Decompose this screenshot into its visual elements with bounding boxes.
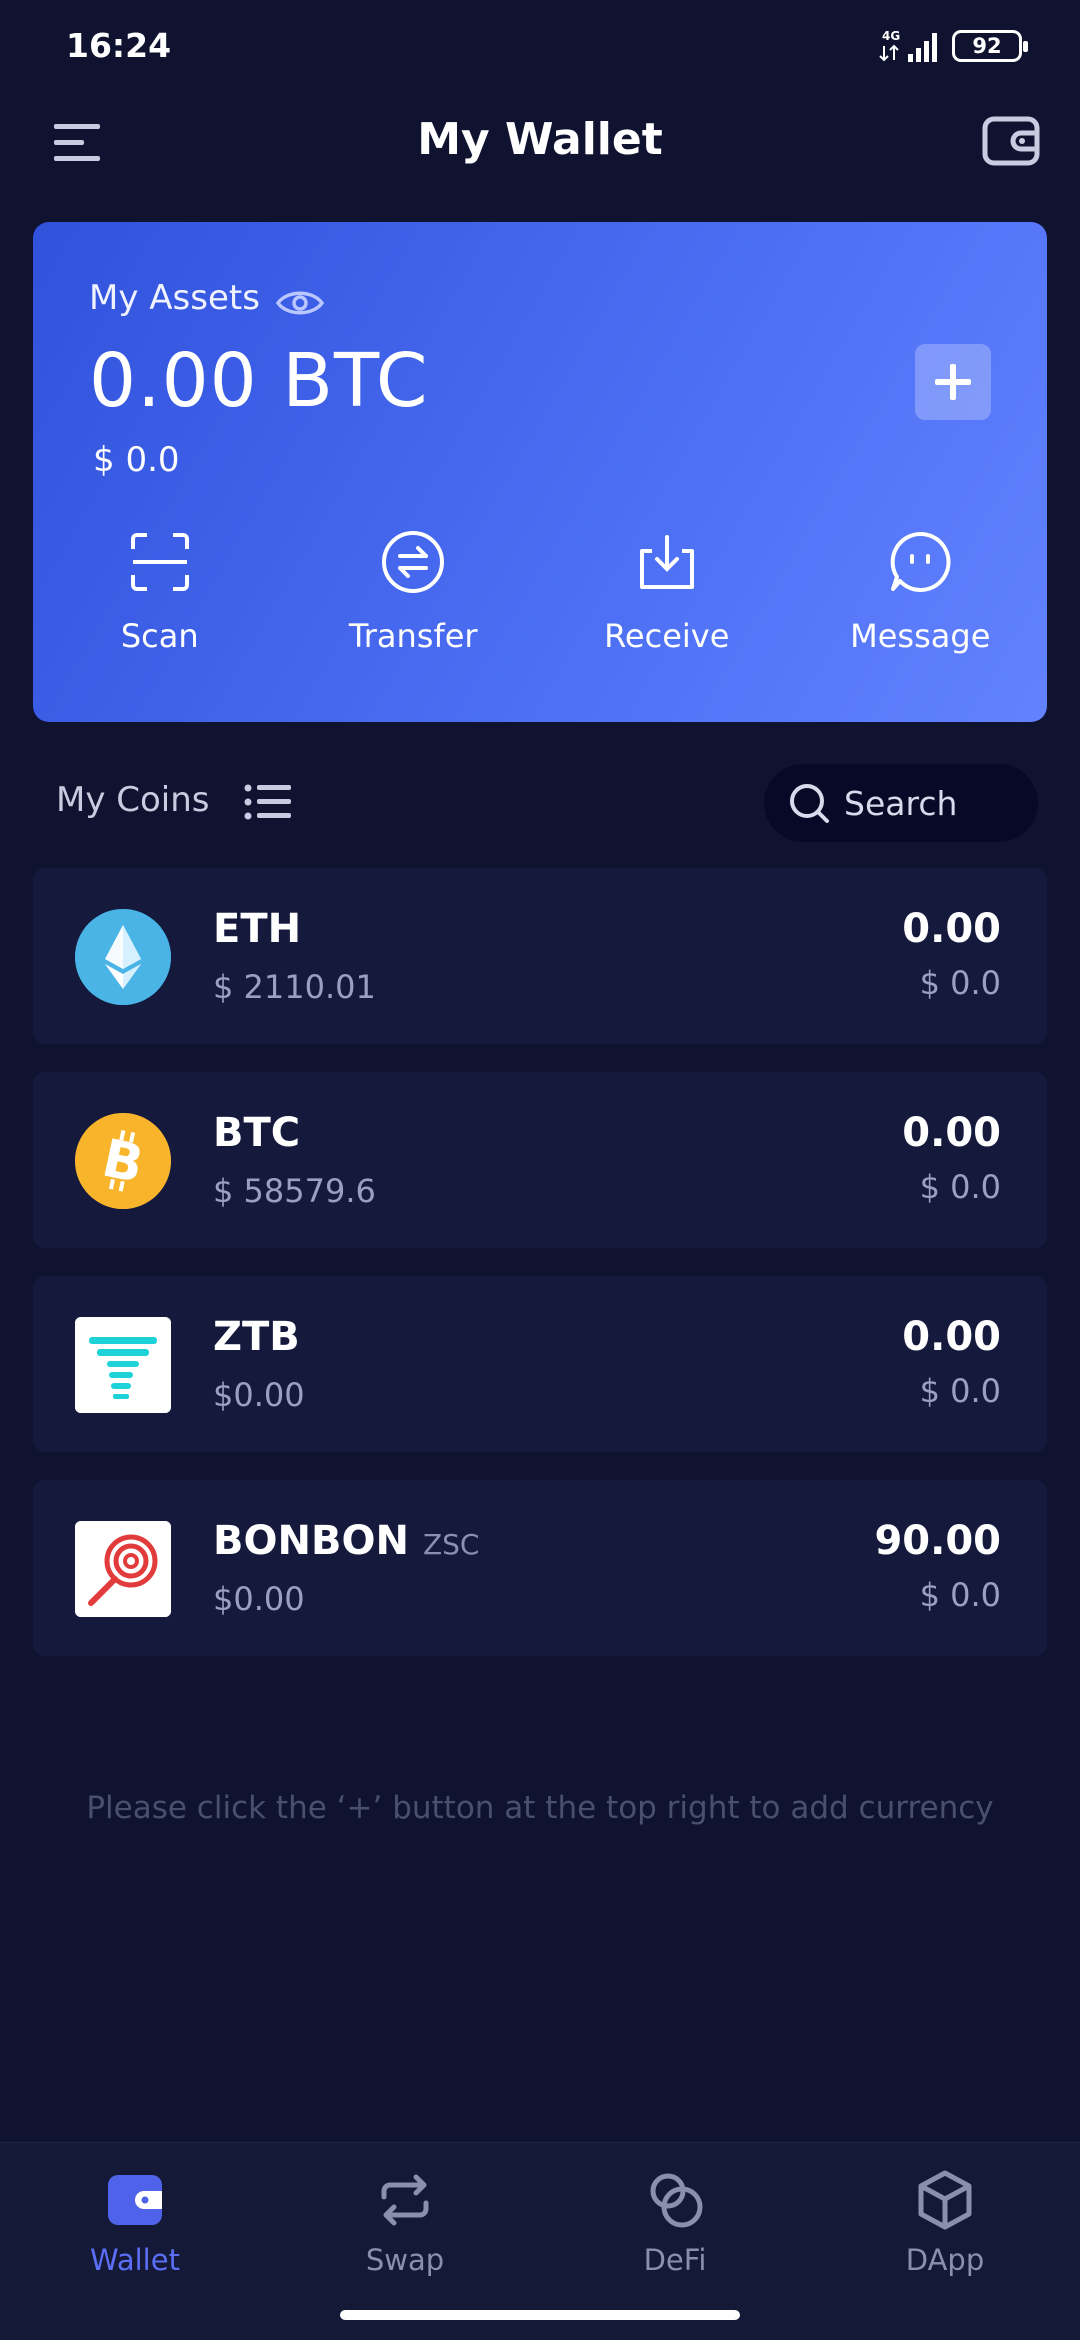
- coin-symbol-row: BONBON ZSC: [213, 1518, 479, 1564]
- status-time: 16:24: [66, 26, 172, 65]
- transfer-icon: [382, 531, 445, 593]
- scan-icon: [130, 533, 189, 591]
- transfer-button[interactable]: Transfer: [287, 527, 541, 687]
- transfer-label: Transfer: [348, 617, 478, 655]
- battery-icon: 92: [952, 30, 1028, 62]
- scan-label: Scan: [120, 617, 199, 655]
- asset-actions: Scan Transfer Receive Message: [33, 527, 1047, 687]
- add-currency-hint: Please click the ‘+’ button at the top r…: [86, 1790, 994, 1826]
- scan-button[interactable]: Scan: [33, 527, 287, 687]
- btc-logo: B: [75, 1113, 171, 1209]
- nav-swap[interactable]: Swap: [270, 2169, 540, 2303]
- search-input[interactable]: Search: [764, 764, 1038, 842]
- coin-row-eth[interactable]: ETH $ 2110.01 0.00 $ 0.0: [33, 868, 1047, 1044]
- message-icon: [890, 531, 951, 592]
- nav-defi[interactable]: DeFi: [540, 2169, 810, 2303]
- nav-label: DeFi: [643, 2243, 707, 2277]
- coin-value: $ 0.0: [919, 1576, 1001, 1614]
- dapp-icon: [918, 2170, 972, 2230]
- nav-label: Wallet: [90, 2243, 180, 2277]
- coin-amount: 90.00: [874, 1518, 1001, 1564]
- coin-row-btc[interactable]: B BTC $ 58579.6 0.00 $ 0.0: [33, 1072, 1047, 1248]
- assets-usd-value: $ 0.0: [93, 440, 180, 480]
- nav-label: DApp: [905, 2243, 985, 2277]
- home-indicator[interactable]: [340, 2310, 740, 2320]
- eye-icon[interactable]: [275, 286, 325, 320]
- coin-symbol: ETH: [213, 906, 302, 952]
- wallet-icon: [108, 2175, 162, 2225]
- coin-amount: 0.00: [902, 1110, 1001, 1156]
- coin-price: $ 2110.01: [213, 968, 376, 1006]
- list-icon[interactable]: [244, 782, 292, 822]
- receive-label: Receive: [604, 617, 730, 655]
- coin-symbol: BTC: [213, 1110, 301, 1156]
- bottom-nav: Wallet Swap DeFi DApp: [0, 2142, 1080, 2340]
- coins-header: My Coins Search: [0, 760, 1080, 842]
- coin-row-ztb[interactable]: ZTB $0.00 0.00 $ 0.0: [33, 1276, 1047, 1452]
- assets-card: My Assets 0.00 BTC $ 0.0 Scan Transfer R…: [33, 222, 1047, 722]
- coin-value: $ 0.0: [919, 1372, 1001, 1410]
- coin-amount: 0.00: [902, 906, 1001, 952]
- receive-icon: [639, 535, 694, 589]
- message-label: Message: [850, 617, 991, 655]
- defi-icon: [650, 2173, 703, 2228]
- network-label: 4G: [882, 29, 900, 43]
- swap-icon: [381, 2174, 429, 2226]
- app-header: My Wallet: [0, 100, 1080, 190]
- coin-chain: ZSC: [422, 1528, 480, 1561]
- page-title: My Wallet: [417, 114, 663, 165]
- nav-wallet[interactable]: Wallet: [0, 2169, 270, 2303]
- coin-value: $ 0.0: [919, 964, 1001, 1002]
- coin-value: $ 0.0: [919, 1168, 1001, 1206]
- nav-dapp[interactable]: DApp: [810, 2169, 1080, 2303]
- search-placeholder: Search: [844, 783, 958, 823]
- coins-title: My Coins: [56, 780, 210, 820]
- coin-row-bonbon[interactable]: BONBON ZSC $0.00 90.00 $ 0.0: [33, 1480, 1047, 1656]
- coin-price: $0.00: [213, 1580, 305, 1618]
- coin-price: $ 58579.6: [213, 1172, 376, 1210]
- coin-symbol: ZTB: [213, 1314, 300, 1360]
- ztb-logo: [75, 1317, 171, 1413]
- nav-label: Swap: [365, 2243, 445, 2277]
- add-currency-button[interactable]: [915, 344, 991, 420]
- bonbon-logo: [75, 1521, 171, 1617]
- message-button[interactable]: Message: [794, 527, 1048, 687]
- status-indicators: 4G 92: [878, 28, 1028, 64]
- receive-button[interactable]: Receive: [540, 527, 794, 687]
- assets-total-value: 0.00 BTC: [89, 338, 429, 424]
- signal-icon: 4G: [879, 29, 937, 62]
- plus-icon: [935, 364, 971, 400]
- coin-symbol: BONBON: [213, 1518, 409, 1564]
- search-icon: [790, 784, 829, 823]
- wallet-icon[interactable]: [982, 116, 1040, 166]
- battery-level: 92: [972, 34, 1002, 58]
- status-bar: 16:24 4G 92: [0, 0, 1080, 90]
- assets-label: My Assets: [89, 278, 260, 318]
- eth-logo: [75, 909, 171, 1005]
- coin-price: $0.00: [213, 1376, 305, 1414]
- coin-list: ETH $ 2110.01 0.00 $ 0.0 B BTC $ 58579.6…: [33, 868, 1047, 1684]
- coin-amount: 0.00: [902, 1314, 1001, 1360]
